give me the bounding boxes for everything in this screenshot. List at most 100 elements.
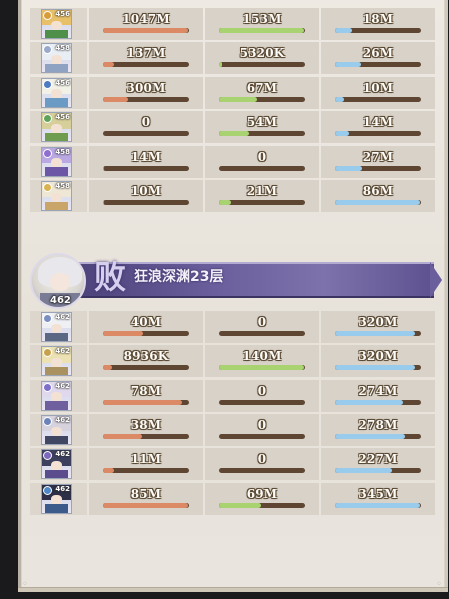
healing-value: 278M <box>358 417 398 432</box>
damage-taken-bar <box>219 399 305 405</box>
healing-bar <box>335 433 421 439</box>
hero-stat-row[interactable]: 456 300M 67M 10M <box>30 76 436 109</box>
damage-taken-bar <box>219 365 305 371</box>
healing-bar-fill <box>335 399 403 405</box>
damage-taken-cell: 153M <box>205 8 319 40</box>
damage-cell: 78M <box>89 379 203 412</box>
healing-value: 26M <box>362 46 394 61</box>
damage-bar <box>103 200 189 205</box>
healing-bar <box>335 502 421 508</box>
healing-bar-fill <box>335 165 362 171</box>
hero-avatar[interactable]: 462 <box>41 380 72 411</box>
damage-bar-fill <box>103 165 104 171</box>
healing-value: 274M <box>358 383 398 398</box>
healing-cell: 227M <box>321 448 435 481</box>
hero-avatar[interactable]: 462 <box>41 346 72 377</box>
damage-value: 11M <box>130 452 162 467</box>
hero-stat-row[interactable]: 458 14M 0 27M <box>30 145 436 178</box>
damage-cell: 40M <box>89 311 203 343</box>
hero-avatar[interactable]: 458 <box>41 181 72 211</box>
hero-level: 458 <box>55 147 70 156</box>
hero-avatar[interactable]: 456 <box>41 77 72 108</box>
hero-avatar[interactable]: 456 <box>41 112 72 143</box>
hero-portrait-body <box>44 64 69 73</box>
damage-bar-fill <box>103 399 183 405</box>
damage-taken-value: 5320K <box>239 46 285 61</box>
damage-taken-cell: 5320K <box>205 42 319 75</box>
damage-taken-value: 69M <box>246 486 278 501</box>
damage-taken-cell: 0 <box>205 448 319 481</box>
hero-stat-row[interactable]: 462 40M 0 320M <box>30 311 436 343</box>
hero-level: 458 <box>55 182 70 190</box>
hero-stat-row[interactable]: 456 1047M 153M 18M <box>30 8 436 40</box>
hero-level: 462 <box>55 313 70 321</box>
hero-avatar[interactable]: 462 <box>41 483 72 514</box>
damage-value: 0 <box>141 115 151 130</box>
damage-value: 38M <box>130 417 162 432</box>
hero-stat-row[interactable]: 462 11M 0 227M <box>30 448 436 481</box>
battle-result-banner: 462 败 狂浪深渊23层 <box>30 253 442 309</box>
healing-bar <box>335 165 421 171</box>
damage-bar <box>103 96 189 102</box>
hero-portrait-body <box>44 469 69 479</box>
damage-taken-bar <box>219 331 305 336</box>
healing-bar <box>335 399 421 405</box>
damage-taken-value: 54M <box>246 115 278 130</box>
healing-bar <box>335 96 421 102</box>
hero-stat-row[interactable]: 462 38M 0 278M <box>30 413 436 446</box>
damage-cell: 85M <box>89 482 203 515</box>
hero-avatar-cell: 456 <box>30 111 87 144</box>
hero-portrait-body <box>44 29 69 38</box>
hero-avatar[interactable]: 462 <box>41 312 72 342</box>
element-icon <box>43 314 52 323</box>
damage-taken-value: 0 <box>257 417 267 432</box>
damage-bar <box>103 28 189 33</box>
hero-avatar[interactable]: 462 <box>41 449 72 480</box>
damage-value: 1047M <box>122 12 170 26</box>
damage-taken-value: 153M <box>242 12 282 26</box>
healing-value: 86M <box>362 184 394 198</box>
element-icon <box>43 416 52 426</box>
damage-taken-bar-fill <box>219 28 305 33</box>
hero-portrait-body <box>44 366 69 376</box>
opponent-level: 462 <box>50 295 71 306</box>
hero-level: 456 <box>55 10 70 18</box>
hero-stat-row[interactable]: 458 10M 21M 86M <box>30 180 436 212</box>
hero-stat-row[interactable]: 462 85M 69M 345M <box>30 482 436 515</box>
damage-taken-value: 0 <box>257 452 267 467</box>
healing-bar-fill <box>335 28 353 33</box>
hero-level: 462 <box>55 450 70 459</box>
damage-bar <box>103 433 189 439</box>
damage-taken-cell: 0 <box>205 413 319 446</box>
damage-taken-bar <box>219 502 305 508</box>
battle-result-text: 败 <box>94 258 127 296</box>
healing-bar-fill <box>335 331 415 336</box>
damage-taken-bar <box>219 200 305 205</box>
healing-value: 227M <box>358 452 398 467</box>
hero-avatar[interactable]: 462 <box>41 414 72 445</box>
damage-taken-bar <box>219 165 305 171</box>
damage-bar <box>103 331 189 336</box>
hero-avatar[interactable]: 458 <box>41 43 72 74</box>
hero-avatar-cell: 462 <box>30 311 87 343</box>
hero-avatar[interactable]: 456 <box>41 9 72 39</box>
damage-taken-bar <box>219 468 305 474</box>
damage-bar <box>103 131 189 137</box>
hero-stat-row[interactable]: 458 137M 5320K 26M <box>30 42 436 75</box>
hero-level: 462 <box>55 484 70 493</box>
hero-stat-row[interactable]: 462 8936K 140M 320M <box>30 345 436 378</box>
healing-cell: 26M <box>321 42 435 75</box>
healing-value: 18M <box>362 12 394 26</box>
healing-bar-fill <box>335 62 361 68</box>
corner-ornament-icon: ◦ <box>22 579 28 590</box>
healing-cell: 86M <box>321 180 435 212</box>
hero-stat-row[interactable]: 456 0 54M 14M <box>30 111 436 144</box>
healing-bar <box>335 468 421 474</box>
healing-bar-fill <box>335 433 405 439</box>
damage-cell: 8936K <box>89 345 203 378</box>
healing-bar <box>335 365 421 371</box>
healing-value: 320M <box>358 349 398 364</box>
healing-value: 14M <box>362 115 394 130</box>
hero-avatar[interactable]: 458 <box>41 146 72 177</box>
hero-stat-row[interactable]: 462 78M 0 274M <box>30 379 436 412</box>
